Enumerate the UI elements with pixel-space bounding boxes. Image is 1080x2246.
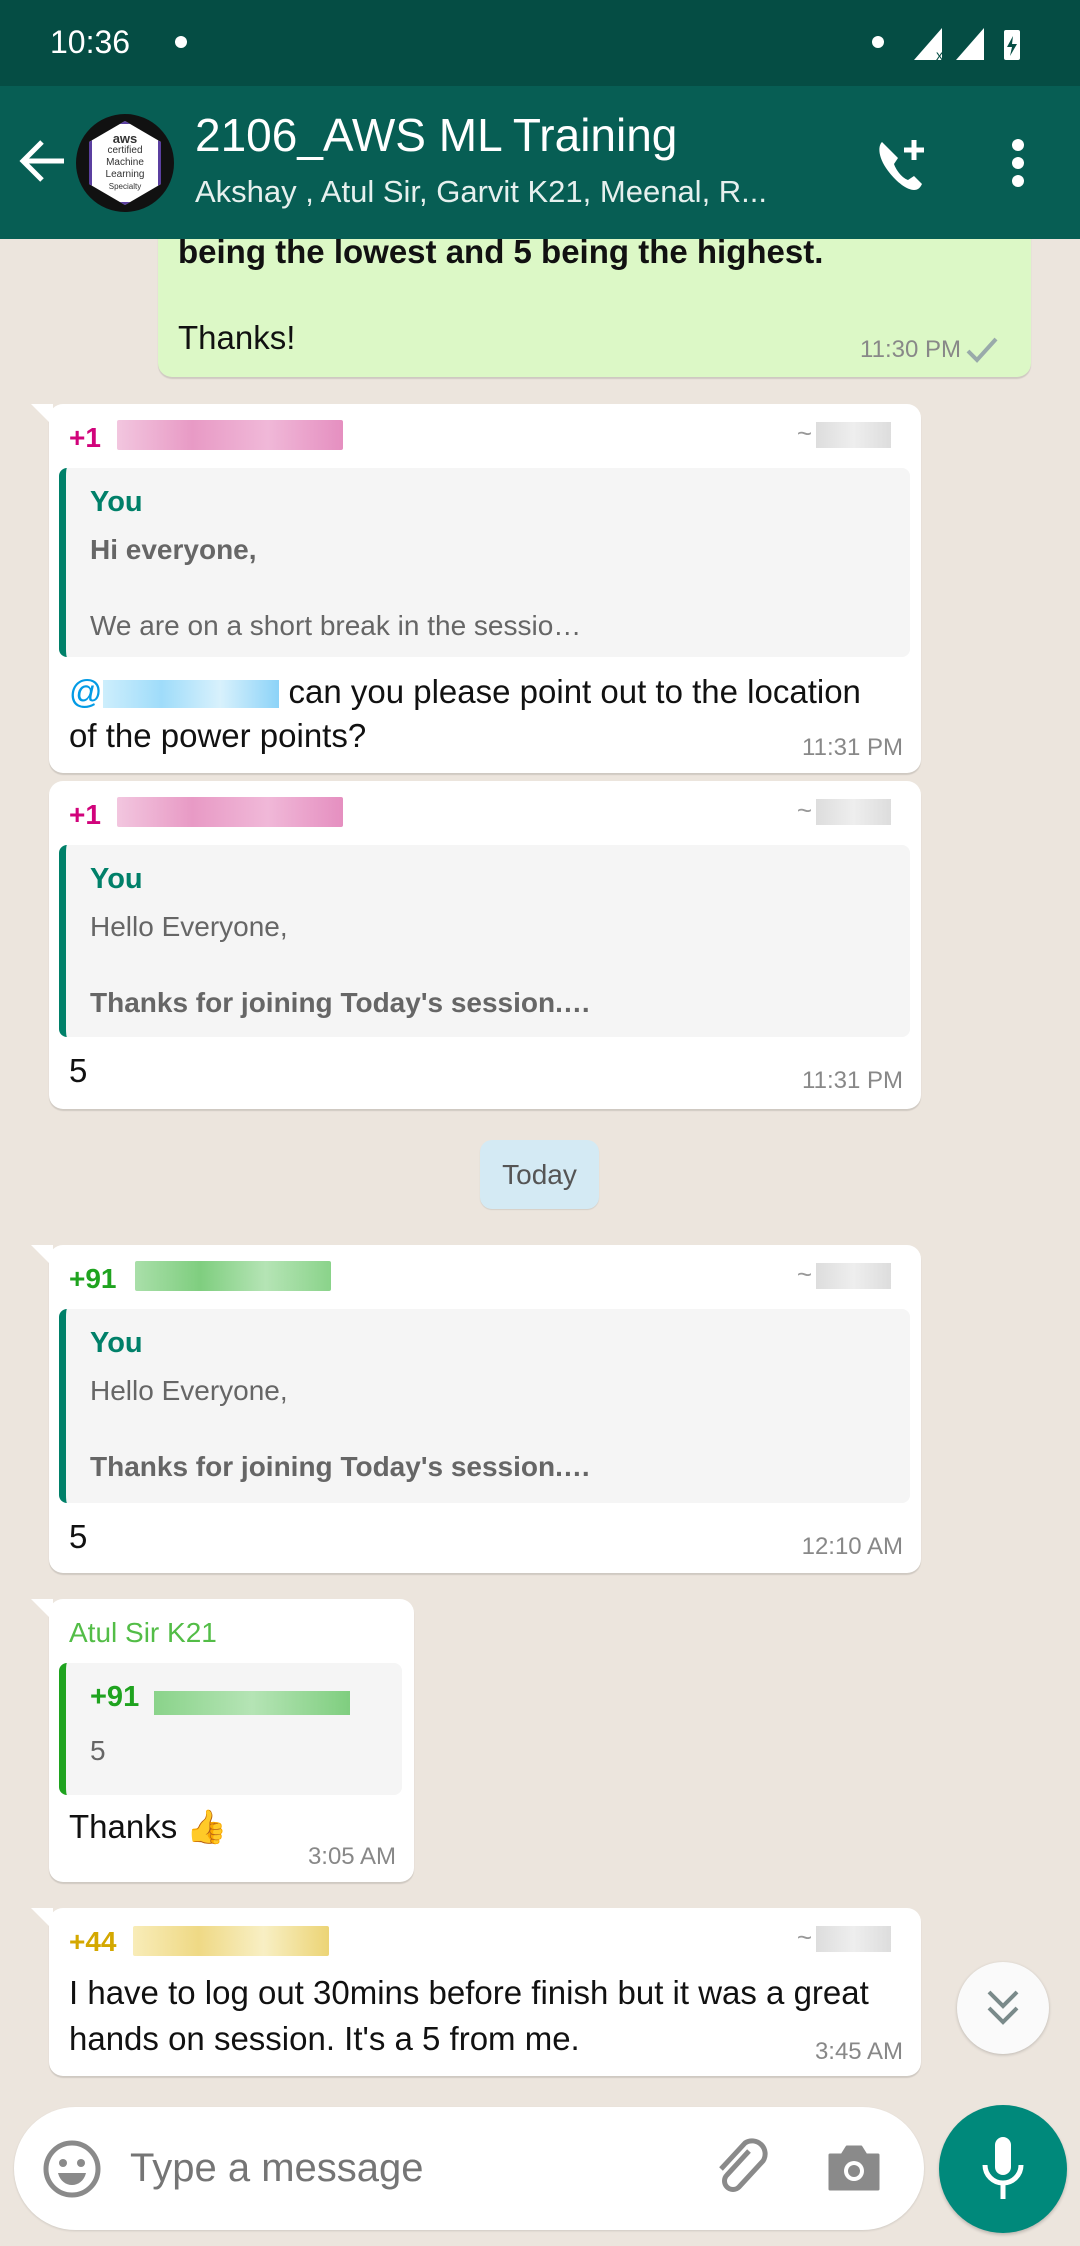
svg-text:x: x [936,47,943,62]
message-time: 11:31 PM [802,734,903,761]
message-text: I have to log out 30mins before finish b… [69,1974,869,2057]
quoted-message[interactable]: You Hello Everyone, Thanks for joining T… [59,1309,910,1503]
avatar-text: certified [107,145,143,156]
redacted-phone [117,797,343,827]
sender-pushname: ~ [797,795,891,826]
bubble-tail [31,1599,53,1621]
avatar-text: Learning [105,169,145,180]
message-time: 3:05 AM [307,1843,396,1870]
message-incoming[interactable]: Atul Sir K21 +91 5 Thanks 👍 3:05 AM [31,1599,414,1882]
quote-author: You [90,486,143,518]
group-avatar[interactable]: aws certified Machine Learning Specialty [76,114,174,212]
sender-name[interactable]: Atul Sir K21 [69,1617,217,1649]
message-composer [14,2107,924,2230]
dot-icon [872,36,884,48]
message-time: 11:30 PM [860,336,961,363]
message-incoming[interactable]: +1 ~ You Hello Everyone, Thanks for join… [49,781,921,1109]
quote-author: You [90,863,143,895]
message-text: Thanks 👍 [69,1808,228,1845]
message-input[interactable] [130,2137,690,2199]
chat-title[interactable]: 2106_AWS ML Training [195,108,677,162]
quoted-message[interactable]: You Hi everyone, We are on a short break… [59,468,910,657]
bubble-tail [31,1245,53,1267]
camera-icon[interactable] [826,2141,882,2193]
double-chevron-down-icon [987,1990,1019,2025]
notification-dot-icon [175,36,187,48]
avatar-text: Specialty [108,182,142,191]
sender-name[interactable]: +1 [69,422,101,454]
quote-text: Thanks for joining Today's session.… [90,1451,591,1482]
status-bar: 10:36 x [0,0,1080,86]
redacted-mention [102,680,279,709]
message-text: Thanks! [178,319,296,356]
quote-text: Hi everyone, [90,534,257,565]
message-time: 3:45 AM [814,2038,903,2065]
redacted-phone [135,1261,331,1291]
quote-text: Hello Everyone, [90,911,288,942]
voice-message-button[interactable] [939,2105,1067,2233]
sender-pushname: ~ [797,418,891,449]
redacted-phone [154,1691,350,1715]
quote-author: +91 [90,1681,140,1713]
message-text: 5 [69,1052,88,1089]
bubble-tail [31,404,53,426]
message-time: 11:31 PM [802,1067,903,1094]
signal-battery-icon: x [914,28,1020,62]
message-time: 12:10 AM [801,1533,903,1560]
scroll-to-bottom-button[interactable] [957,1962,1049,2054]
date-chip: Today [480,1140,599,1209]
quote-text: Hello Everyone, [90,1375,288,1406]
status-time: 10:36 [50,24,131,60]
redacted-phone [133,1926,329,1956]
emoji-icon[interactable] [42,2139,102,2199]
sender-pushname: ~ [797,1922,891,1953]
chat-header: aws certified Machine Learning Specialty 210… [0,86,1080,239]
back-arrow-icon[interactable] [18,138,68,184]
chat-members[interactable]: Akshay , Atul Sir, Garvit K21, Meenal, R… [195,174,767,210]
bubble-tail [31,1908,53,1930]
microphone-icon [982,2137,1024,2199]
message-incoming[interactable]: +44 ~ I have to log out 30mins before fi… [31,1908,921,2076]
quote-text: Thanks for joining Today's session.… [90,987,591,1018]
sender-name[interactable]: +91 [69,1263,117,1295]
quote-text: We are on a short break in the sessio… [90,610,582,641]
quote-author: You [90,1327,143,1359]
redacted-phone [117,420,343,450]
avatar-text: aws [112,131,138,146]
message-text: 5 [69,1518,88,1555]
quote-text: 5 [90,1735,106,1766]
add-call-icon[interactable] [874,136,932,196]
mention[interactable]: @ [69,673,103,710]
message-incoming[interactable]: +1 ~ You Hi everyone, We are on a short … [31,404,921,773]
sender-pushname: ~ [797,1259,891,1290]
quoted-message[interactable]: +91 5 [59,1663,402,1795]
sent-check-icon [966,337,998,363]
attach-icon[interactable] [709,2137,773,2201]
sender-name[interactable]: +1 [69,799,101,831]
quoted-message[interactable]: You Hello Everyone, Thanks for joining T… [59,845,910,1037]
avatar-text: Machine [106,157,144,168]
more-options-icon[interactable] [1008,138,1028,188]
message-incoming[interactable]: +91 ~ You Hello Everyone, Thanks for joi… [31,1245,921,1573]
sender-name[interactable]: +44 [69,1926,117,1958]
